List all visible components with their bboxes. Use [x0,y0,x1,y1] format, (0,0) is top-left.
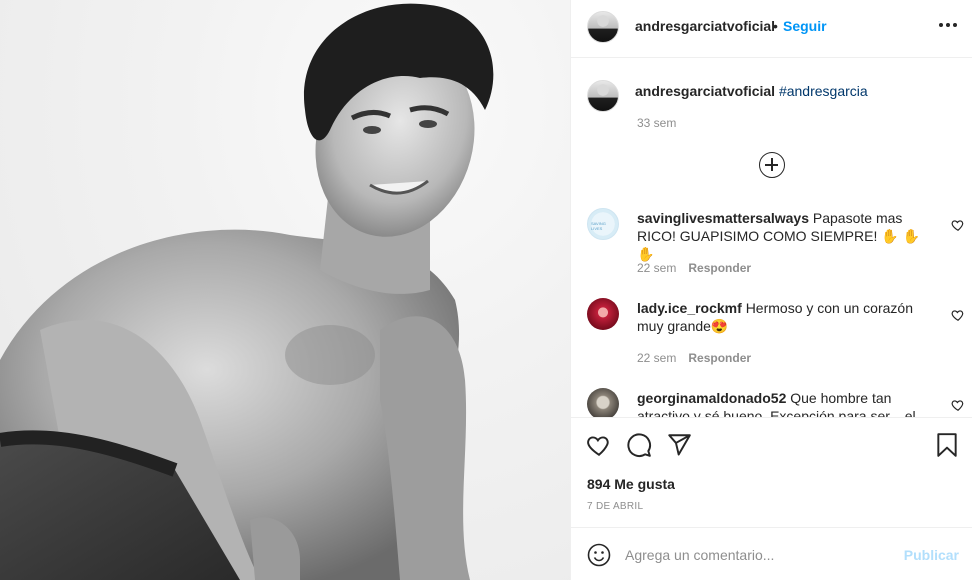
post-actions: 894 Me gusta 7 DE ABRIL [571,417,972,527]
caption-text: andresgarciatvoficial #andresgarcia [635,83,868,99]
comment-time[interactable]: 22 sem [637,351,676,365]
caption-username[interactable]: andresgarciatvoficial [635,83,775,99]
post-date[interactable]: 7 DE ABRIL [587,501,643,512]
like-comment-heart-icon[interactable] [951,218,965,232]
follow-button[interactable]: Seguir [783,18,827,34]
caption-time[interactable]: 33 sem [637,116,676,130]
comment-meta: 22 sem Responder [637,351,751,365]
share-send-icon[interactable] [666,432,692,458]
post-header: andresgarciatvoficial • Seguir [571,0,972,58]
emoji-icon[interactable] [587,543,611,567]
comment-time[interactable]: 22 sem [637,261,676,275]
comment-username[interactable]: savinglivesmattersalways [637,210,809,226]
publish-button[interactable]: Publicar [904,547,959,563]
like-comment-heart-icon[interactable] [951,308,965,322]
comment-body: lady.ice_rockmf Hermoso y con un corazón… [637,299,937,335]
comment-username[interactable]: lady.ice_rockmf [637,300,742,316]
reply-button[interactable]: Responder [688,351,751,365]
post-photo[interactable] [0,0,570,580]
author-avatar[interactable] [587,11,619,43]
reply-button[interactable]: Responder [688,261,751,275]
header-separator: • [773,18,778,34]
likes-count[interactable]: 894 Me gusta [587,476,675,492]
like-comment-heart-icon[interactable] [951,398,965,412]
commenter-avatar[interactable] [587,298,619,330]
commenter-avatar[interactable] [587,388,619,417]
more-horizontal-icon[interactable] [937,14,959,36]
load-more-comments-icon[interactable] [759,152,785,178]
like-heart-icon[interactable] [586,432,612,458]
comment-meta: 22 sem Responder [637,261,751,275]
add-comment-bar: Publicar [571,527,972,580]
comments-list[interactable]: andresgarciatvoficial #andresgarcia 33 s… [571,58,972,417]
portrait-image [0,3,494,580]
author-username[interactable]: andresgarciatvoficial [635,18,775,34]
comment-input[interactable] [625,540,895,570]
comment-body: savinglivesmattersalways Papasote mas RI… [637,209,937,263]
caption-hashtag[interactable]: #andresgarcia [779,83,868,99]
comment-bubble-icon[interactable] [626,432,652,458]
comment-body: georginamaldonado52 Que hombre tan atrac… [637,389,937,417]
save-bookmark-icon[interactable] [934,432,960,458]
comment-username[interactable]: georginamaldonado52 [637,390,786,406]
commenter-avatar[interactable] [587,208,619,240]
post-details-panel: andresgarciatvoficial • Seguir andresgar… [570,0,972,580]
caption-avatar[interactable] [587,80,619,112]
